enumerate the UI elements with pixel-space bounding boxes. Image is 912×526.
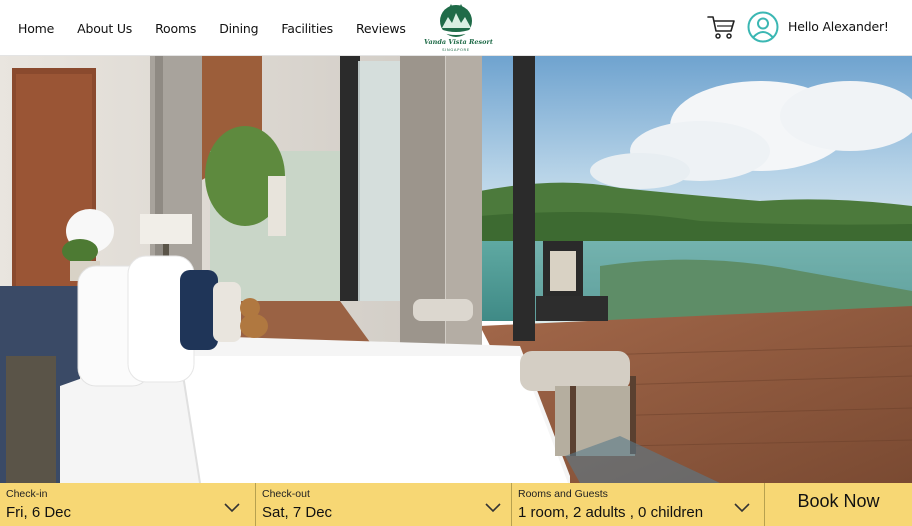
nav-dining[interactable]: Dining — [219, 21, 258, 36]
check-in-value: Fri, 6 Dec — [6, 504, 72, 521]
nav-rooms[interactable]: Rooms — [155, 21, 196, 36]
resort-logo-emblem — [440, 4, 472, 37]
check-in-field[interactable]: Check-in Fri, 6 Dec — [0, 483, 256, 526]
check-out-label: Check-out — [262, 488, 310, 500]
booking-bar: Check-in Fri, 6 Dec Check-out Sat, 7 Dec… — [0, 483, 912, 526]
logo-name: Vanda Vista Resort — [424, 38, 493, 46]
book-now-button[interactable]: Book Now — [765, 483, 912, 526]
nav-home[interactable]: Home — [18, 21, 54, 36]
resort-logo[interactable]: Vanda Vista Resort SINGAPORE — [424, 2, 493, 54]
nav-reviews[interactable]: Reviews — [356, 21, 406, 36]
site-header: Home About Us Rooms Dining Facilities Re… — [0, 0, 912, 56]
hero-photo-villa-bedroom — [0, 56, 912, 483]
rooms-guests-value: 1 room, 2 adults , 0 children — [518, 504, 704, 521]
nav-facilities[interactable]: Facilities — [281, 21, 333, 36]
rooms-guests-label: Rooms and Guests — [518, 488, 608, 500]
check-out-field[interactable]: Check-out Sat, 7 Dec — [256, 483, 512, 526]
main-nav: Home About Us Rooms Dining Facilities Re… — [18, 0, 429, 56]
hero-scene — [0, 56, 912, 483]
cart-icon[interactable] — [706, 12, 736, 42]
chevron-down-icon[interactable] — [734, 503, 750, 513]
chevron-down-icon[interactable] — [485, 503, 501, 513]
check-out-value: Sat, 7 Dec — [262, 504, 333, 521]
check-in-label: Check-in — [6, 488, 48, 500]
user-greeting[interactable]: Hello Alexander! — [788, 19, 889, 34]
nav-about-us[interactable]: About Us — [77, 21, 132, 36]
logo-location: SINGAPORE — [442, 47, 470, 52]
rooms-guests-field[interactable]: Rooms and Guests 1 room, 2 adults , 0 ch… — [512, 483, 765, 526]
user-avatar-icon[interactable] — [747, 11, 779, 43]
chevron-down-icon[interactable] — [224, 503, 240, 513]
